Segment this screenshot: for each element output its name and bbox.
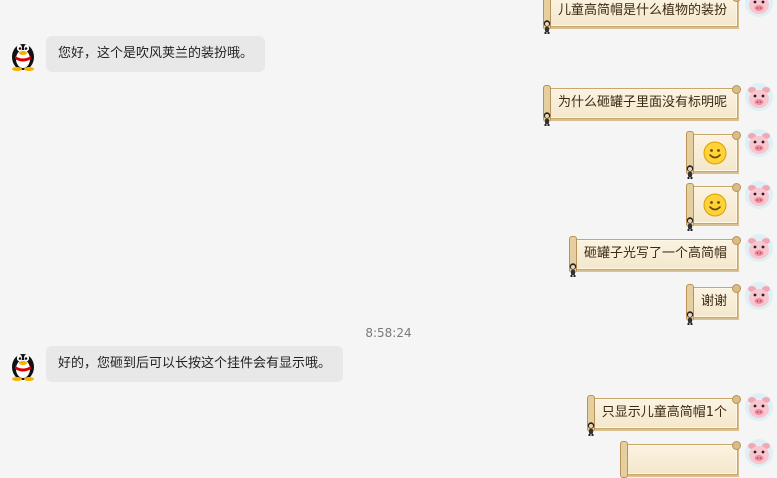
chat-window: 儿童高简帽是什么植物的装扮 您好，这个是吹风荚兰的装扮哦。 为什么砸罐子里面没有… xyxy=(0,0,777,478)
user-message: 为什么砸罐子里面没有标明呢 xyxy=(542,85,774,119)
pig-avatar-icon[interactable] xyxy=(744,128,774,158)
message-text: 谢谢 xyxy=(700,294,727,309)
smile-emoji-icon xyxy=(703,141,727,165)
user-message xyxy=(620,441,774,478)
scroll-figure-icon xyxy=(586,422,596,436)
user-bubble xyxy=(686,183,741,224)
pig-avatar-icon[interactable] xyxy=(744,281,774,311)
pig-avatar-icon[interactable] xyxy=(744,392,774,422)
message-text: 为什么砸罐子里面没有标明呢 xyxy=(557,95,727,110)
agent-bubble: 您好，这个是吹风荚兰的装扮哦。 xyxy=(46,36,266,72)
scroll-figure-icon xyxy=(542,112,552,126)
message-text: 儿童高简帽是什么植物的装扮 xyxy=(557,3,727,18)
message-timestamp: 8:58:24 xyxy=(365,326,412,340)
qq-penguin-icon[interactable] xyxy=(8,347,38,381)
pig-avatar-icon[interactable] xyxy=(744,180,774,210)
smile-emoji-icon xyxy=(703,193,727,217)
scroll-figure-icon xyxy=(568,263,578,277)
scroll-figure-icon xyxy=(542,20,552,34)
user-message: 谢谢 xyxy=(685,284,774,318)
agent-message: 您好，这个是吹风荚兰的装扮哦。 xyxy=(8,36,266,72)
qq-penguin-icon[interactable] xyxy=(8,37,38,71)
user-message xyxy=(686,131,774,172)
user-bubble xyxy=(686,131,741,172)
scroll-figure-icon xyxy=(685,165,695,179)
user-message: 儿童高简帽是什么植物的装扮 xyxy=(542,0,774,27)
pig-avatar-icon[interactable] xyxy=(744,82,774,112)
scroll-figure-icon xyxy=(685,311,695,325)
pig-avatar-icon[interactable] xyxy=(744,0,774,18)
user-bubble: 谢谢 xyxy=(685,284,742,318)
agent-message: 好的，您砸到后可以长按这个挂件会有显示哦。 xyxy=(8,346,344,382)
agent-bubble: 好的，您砸到后可以长按这个挂件会有显示哦。 xyxy=(46,346,344,382)
user-message xyxy=(686,183,774,224)
scroll-figure-icon xyxy=(685,217,695,231)
pig-avatar-icon[interactable] xyxy=(744,438,774,468)
user-bubble: 只显示儿童高简帽1个 xyxy=(586,395,742,429)
message-text: 只显示儿童高简帽1个 xyxy=(601,405,727,420)
user-bubble xyxy=(620,441,741,478)
pig-avatar-icon[interactable] xyxy=(744,233,774,263)
user-message: 只显示儿童高简帽1个 xyxy=(586,395,774,429)
user-message: 砸罐子光写了一个高简帽 xyxy=(568,236,774,270)
user-bubble: 砸罐子光写了一个高简帽 xyxy=(568,236,742,270)
user-bubble: 儿童高简帽是什么植物的装扮 xyxy=(542,0,742,27)
message-text: 砸罐子光写了一个高简帽 xyxy=(583,246,727,261)
user-bubble: 为什么砸罐子里面没有标明呢 xyxy=(542,85,742,119)
